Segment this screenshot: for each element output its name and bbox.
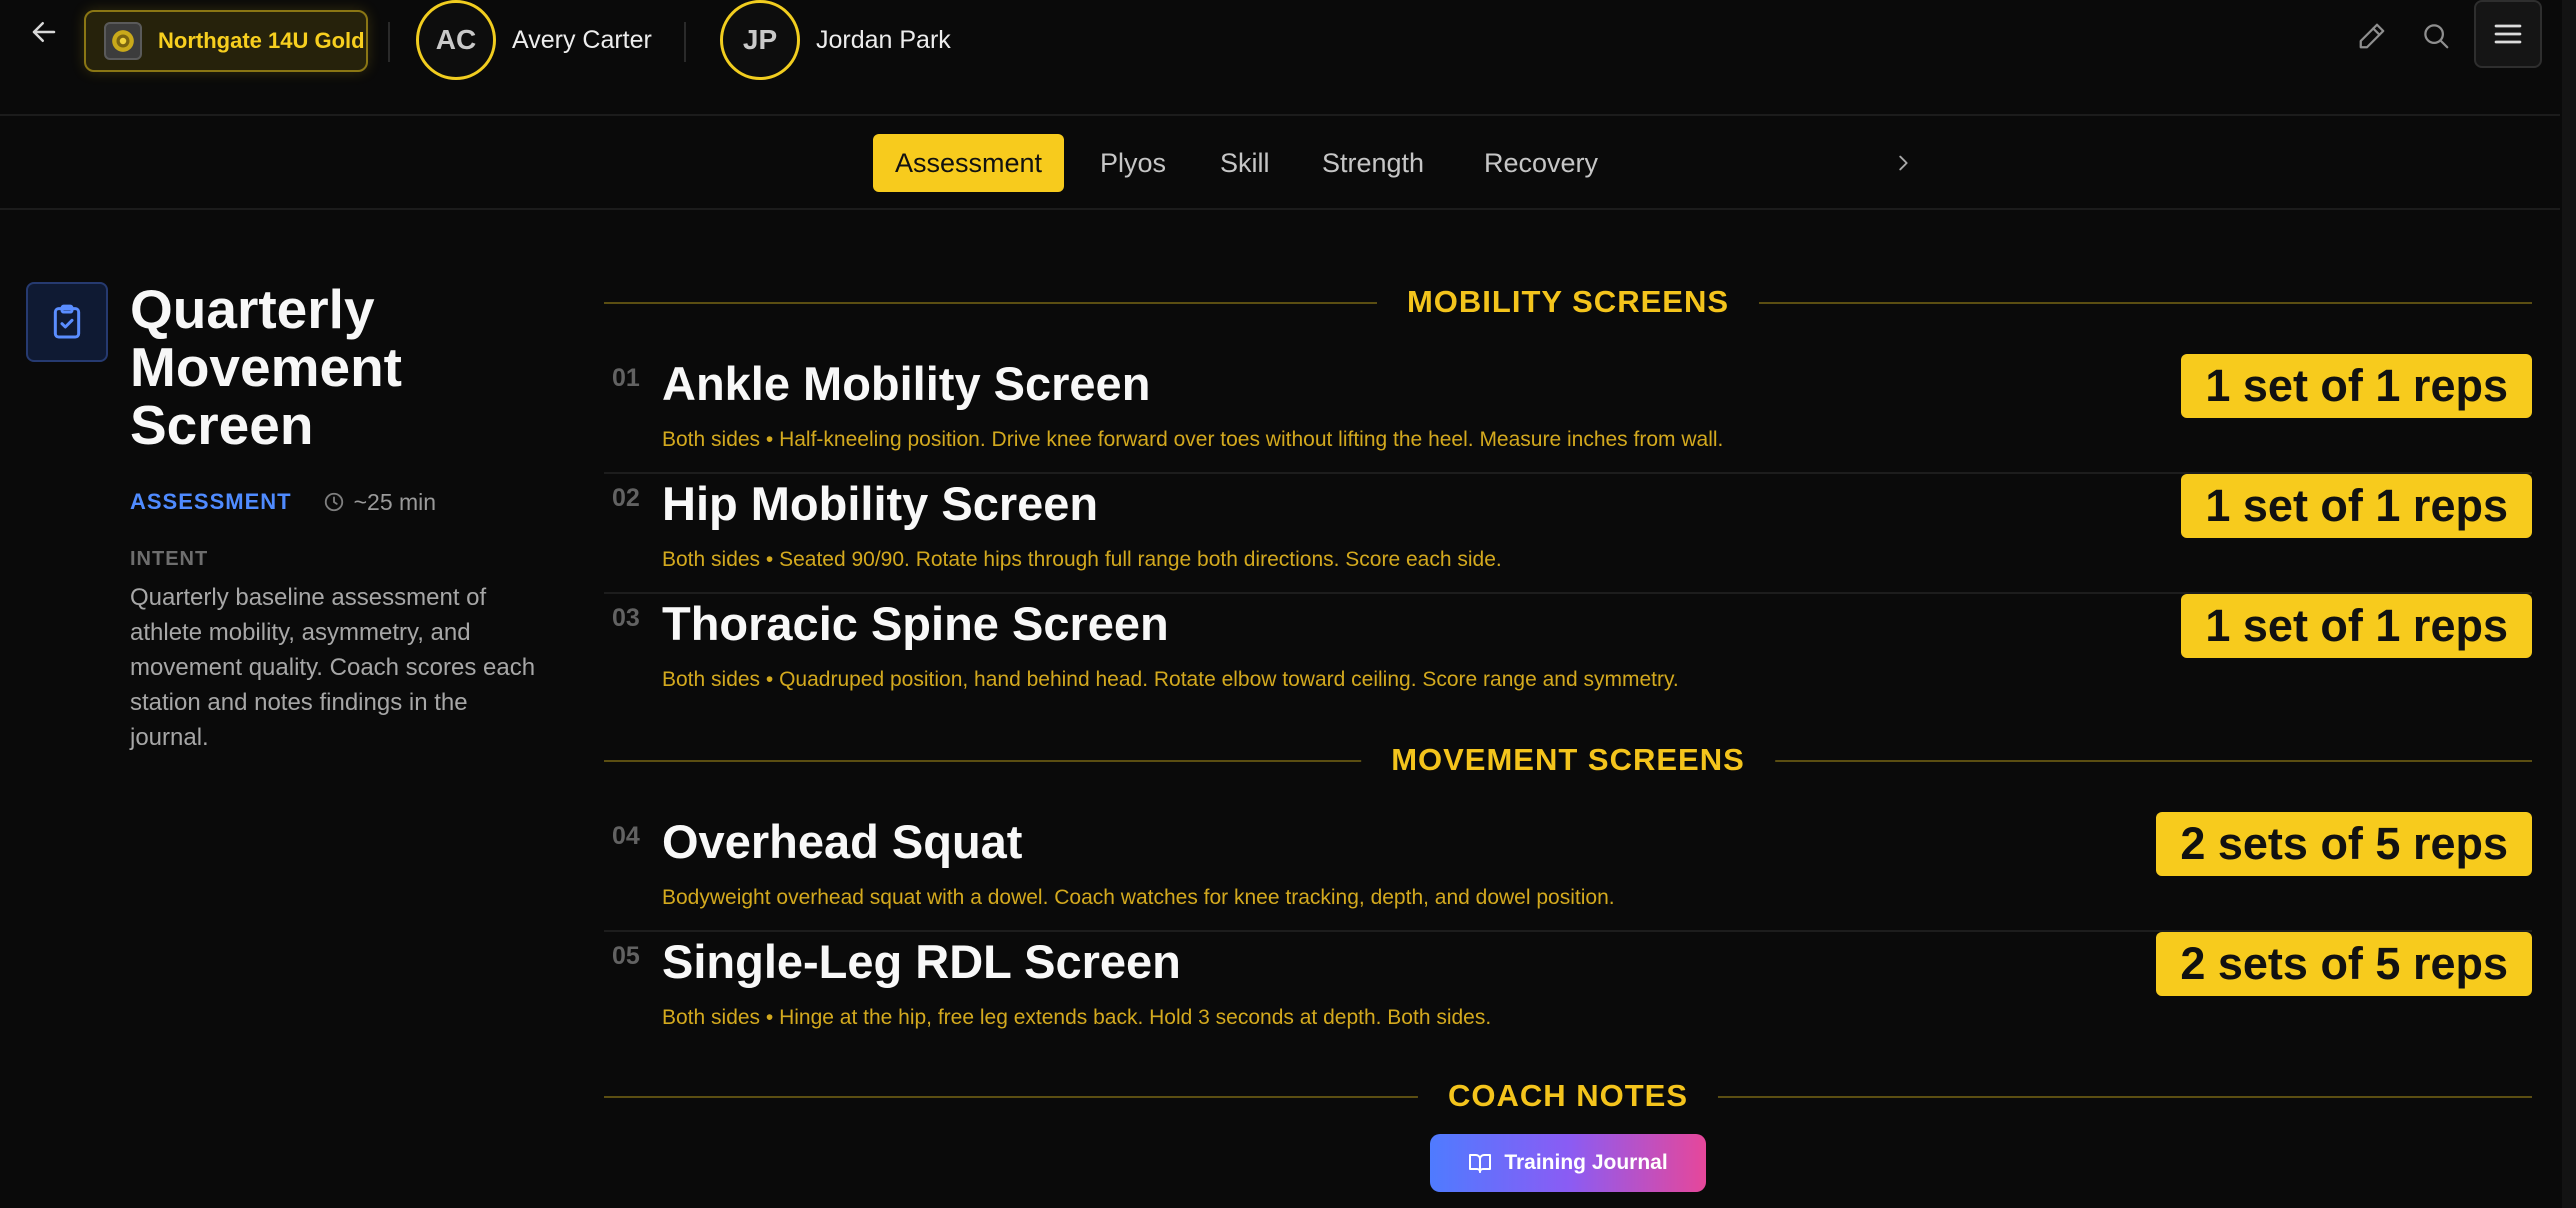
section-title: MOBILITY SCREENS	[1376, 284, 1760, 320]
exercise-dose-badge: 2 sets of 5 reps	[2156, 932, 2532, 996]
page-scrollbar[interactable]	[2562, 0, 2576, 1208]
arrow-left-icon	[32, 22, 56, 42]
search-button[interactable]	[2414, 14, 2458, 58]
workout-meta: ASSESSMENT ~25 min	[130, 488, 436, 516]
exercise-number: 03	[612, 604, 640, 632]
clipboard-check-icon	[53, 304, 81, 339]
clock-icon	[322, 490, 346, 514]
tab-strength[interactable]: Strength	[1322, 134, 1424, 192]
top-bar: Northgate 14U Gold AC Avery Carter JP Jo…	[0, 0, 2560, 116]
exercise-name: Hip Mobility Screen	[662, 477, 1099, 530]
section-title: COACH NOTES	[1417, 1078, 1719, 1114]
exercise-description: Both sides • Hinge at the hip, free leg …	[662, 1006, 1492, 1029]
athlete-chip-avery[interactable]: AC Avery Carter	[416, 0, 652, 80]
exercise-name: Overhead Squat	[662, 815, 1023, 868]
tabs-next-button[interactable]	[1888, 148, 1918, 178]
workout-title: Quarterly Movement Screen	[130, 278, 402, 456]
chevron-right-icon	[1899, 155, 1908, 171]
avatar: AC	[416, 0, 496, 80]
section-header: MOBILITY SCREENS	[604, 282, 2532, 322]
exercise-description: Bodyweight overhead squat with a dowel. …	[662, 886, 1615, 909]
exercise-description: Both sides • Seated 90/90. Rotate hips t…	[662, 548, 1502, 571]
intent-heading: INTENT	[130, 548, 209, 570]
exercise-dose-badge: 1 set of 1 reps	[2181, 474, 2532, 538]
workout-type-label: ASSESSMENT	[130, 489, 292, 514]
search-icon	[2424, 24, 2449, 49]
tab-skill[interactable]: Skill	[1220, 134, 1270, 192]
section-header: COACH NOTES	[604, 1076, 2532, 1116]
exercise-name: Single-Leg RDL Screen	[662, 935, 1181, 988]
exercise-dose-badge: 1 set of 1 reps	[2181, 594, 2532, 658]
tab-recovery[interactable]: Recovery	[1484, 134, 1598, 192]
back-button[interactable]	[26, 14, 62, 50]
exercise-dose-badge: 2 sets of 5 reps	[2156, 812, 2532, 876]
exercise-name: Ankle Mobility Screen	[662, 357, 1151, 410]
exercise-name: Thoracic Spine Screen	[662, 597, 1169, 650]
avatar: JP	[720, 0, 800, 80]
tab-plyos[interactable]: Plyos	[1100, 134, 1166, 192]
exercise-description: Both sides • Quadruped position, hand be…	[662, 668, 1679, 691]
intent-text: Quarterly baseline assessment of athlete…	[130, 584, 536, 751]
workout-duration: ~25 min	[353, 488, 437, 515]
hamburger-menu-icon	[2494, 24, 2522, 44]
athlete-name: Avery Carter	[512, 25, 652, 54]
header-divider	[684, 22, 686, 62]
header-divider	[388, 22, 390, 62]
exercise-number: 01	[612, 364, 640, 392]
exercise-description: Both sides • Half-kneeling position. Dri…	[662, 428, 1724, 451]
team-name: Northgate 14U Gold	[158, 28, 365, 53]
athlete-name: Jordan Park	[816, 25, 951, 54]
team-selector[interactable]: Northgate 14U Gold	[84, 10, 368, 72]
section-header: MOVEMENT SCREENS	[604, 740, 2532, 780]
team-crest-icon	[112, 30, 134, 52]
exercise-row[interactable]: 05 Single-Leg RDL Screen Both sides • Hi…	[604, 932, 2532, 1052]
exercise-number: 05	[612, 942, 640, 970]
pencil-icon	[2359, 23, 2385, 49]
edit-button[interactable]	[2350, 14, 2394, 58]
training-journal-label: Training Journal	[1504, 1151, 1668, 1174]
exercise-row[interactable]: 02 Hip Mobility Screen Both sides • Seat…	[604, 474, 2532, 594]
training-journal-button[interactable]: Training Journal	[1430, 1134, 1706, 1192]
exercise-number: 02	[612, 484, 640, 512]
category-tabs: Assessment Plyos Skill Strength Recovery	[0, 118, 2560, 210]
section-title: MOVEMENT SCREENS	[1361, 742, 1775, 778]
exercise-row[interactable]: 03 Thoracic Spine Screen Both sides • Qu…	[604, 594, 2532, 714]
menu-button[interactable]	[2474, 0, 2542, 68]
exercise-row[interactable]: 04 Overhead Squat Bodyweight overhead sq…	[604, 812, 2532, 932]
exercise-dose-badge: 1 set of 1 reps	[2181, 354, 2532, 418]
tab-assessment[interactable]: Assessment	[873, 134, 1065, 192]
exercise-row[interactable]: 01 Ankle Mobility Screen Both sides • Ha…	[604, 354, 2532, 474]
book-open-icon	[1469, 1154, 1492, 1173]
team-logo	[104, 22, 142, 60]
athlete-chip-jordan[interactable]: JP Jordan Park	[720, 0, 951, 80]
exercise-number: 04	[612, 822, 640, 850]
workout-icon-badge	[26, 282, 108, 362]
